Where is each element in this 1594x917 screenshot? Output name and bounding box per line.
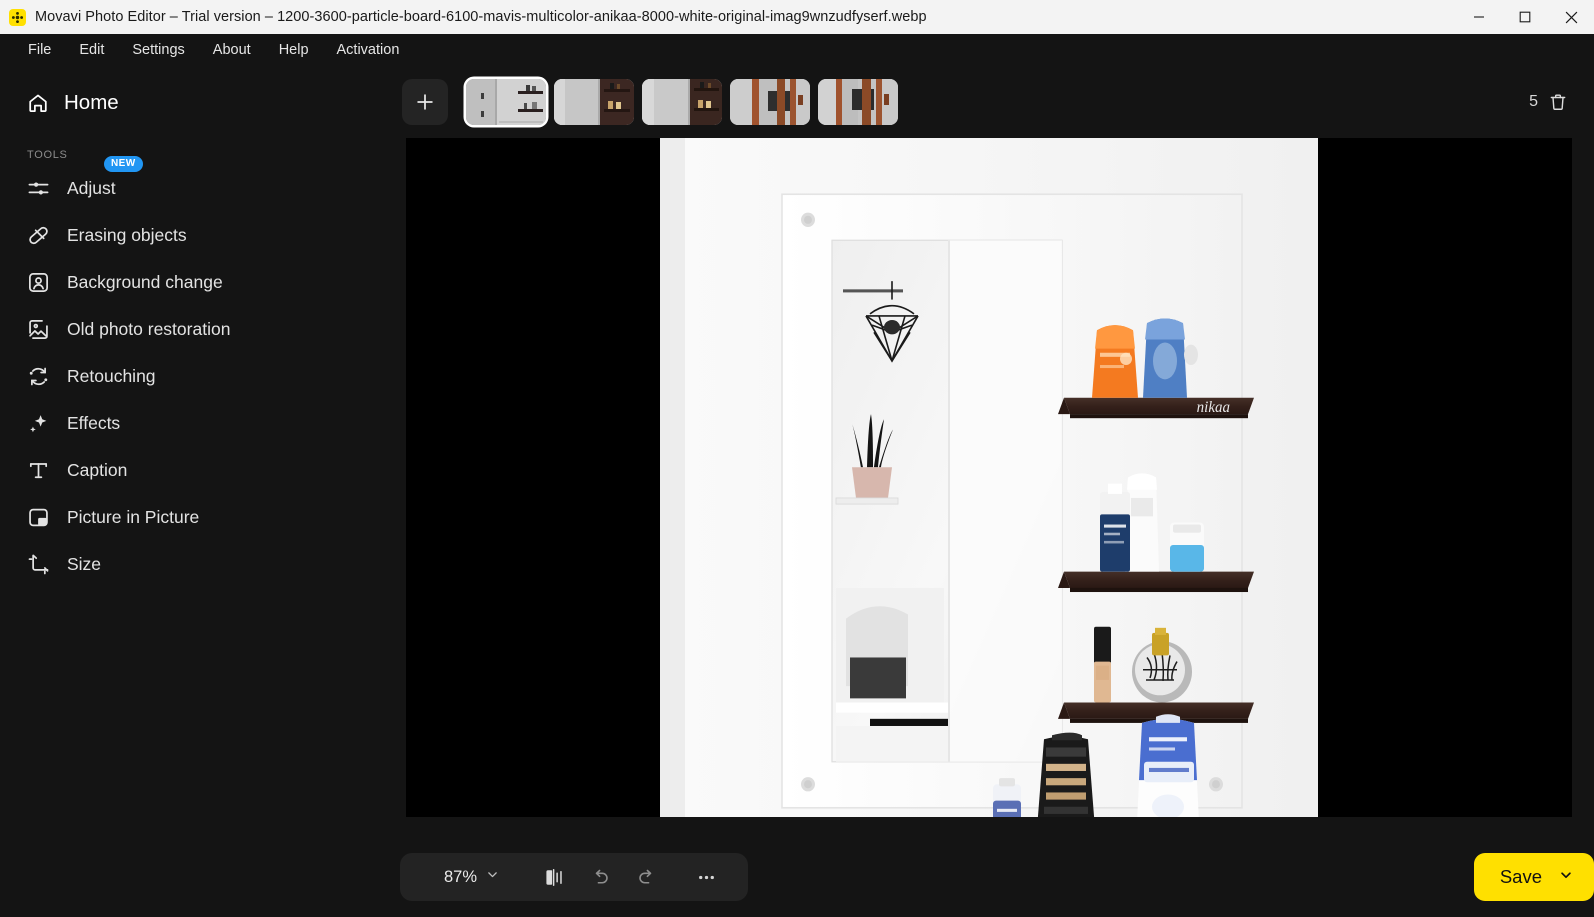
retouch-icon (27, 365, 50, 388)
bottom-toolbar: 87% Save (400, 847, 1594, 917)
thumbnail-item-4[interactable] (730, 79, 810, 125)
thumbnail-item-2[interactable] (554, 79, 634, 125)
new-badge: NEW (104, 156, 143, 172)
sidebar-item-label: Erasing objects (67, 225, 187, 245)
window-controls (1456, 0, 1594, 34)
maximize-icon[interactable] (1502, 0, 1548, 34)
chevron-down-icon (1559, 868, 1573, 887)
thumbnail-item-5[interactable] (818, 79, 898, 125)
chevron-down-icon (486, 868, 499, 886)
undo-icon[interactable] (579, 858, 621, 896)
menu-item-activation[interactable]: Activation (323, 38, 414, 62)
sidebar-item-label: Background change (67, 272, 223, 292)
sidebar-home-label: Home (64, 91, 119, 114)
picture-in-picture-icon (27, 506, 50, 529)
text-t-icon (27, 459, 50, 482)
movavi-logo-icon (9, 8, 26, 26)
sidebar-item-picture-in-picture[interactable]: Picture in Picture (0, 494, 400, 541)
image-count: 5 (1529, 93, 1538, 110)
image-canvas[interactable]: nikaa (406, 138, 1572, 817)
sparkle-icon (27, 412, 50, 435)
editor-tool-pill: 87% (400, 853, 748, 901)
sidebar-item-label: Effects (67, 413, 121, 433)
minimize-icon[interactable] (1456, 0, 1502, 34)
redo-icon[interactable] (625, 858, 667, 896)
add-image-button[interactable] (402, 79, 448, 125)
portrait-icon (27, 271, 50, 294)
menu-item-about[interactable]: About (199, 38, 265, 62)
menu-item-edit[interactable]: Edit (65, 38, 118, 62)
svg-text:nikaa: nikaa (1197, 399, 1231, 416)
crop-icon (27, 553, 50, 576)
menu-item-help[interactable]: Help (265, 38, 323, 62)
thumbnail-item-3[interactable] (642, 79, 722, 125)
thumbnail-item-1[interactable] (466, 79, 546, 125)
sidebar-item-old-photo-restoration[interactable]: Old photo restoration (0, 306, 400, 353)
sidebar-item-adjust[interactable]: NEW Adjust (0, 156, 400, 212)
sidebar-item-retouching[interactable]: Retouching (0, 353, 400, 400)
sidebar-item-home[interactable]: Home (0, 82, 400, 124)
zoom-control[interactable]: 87% (438, 862, 505, 893)
sidebar-item-label: Retouching (67, 366, 156, 386)
eraser-icon (27, 224, 50, 247)
more-horizontal-icon[interactable] (685, 858, 727, 896)
sidebar-item-label: Caption (67, 460, 128, 480)
sidebar: Home TOOLS NEW Adjust Erasing objects Ba… (0, 66, 400, 917)
photo-restore-icon (27, 318, 50, 341)
sidebar-item-label: Size (67, 554, 102, 574)
close-icon[interactable] (1548, 0, 1594, 34)
window-title: Movavi Photo Editor – Trial version – 12… (35, 9, 927, 25)
editor-area: 5 nikaa 87% Save (400, 66, 1594, 917)
title-bar: Movavi Photo Editor – Trial version – 12… (0, 0, 1594, 34)
menu-bar: File Edit Settings About Help Activation (0, 34, 1594, 66)
sidebar-item-size[interactable]: Size (0, 541, 400, 588)
sidebar-item-label: Picture in Picture (67, 507, 200, 527)
trash-icon[interactable] (1548, 92, 1568, 112)
menu-item-file[interactable]: File (14, 38, 65, 62)
menu-item-settings[interactable]: Settings (118, 38, 198, 62)
sidebar-item-label: Adjust (67, 178, 116, 198)
zoom-level: 87% (444, 867, 478, 886)
edited-photo[interactable]: nikaa (660, 138, 1318, 817)
save-button-label: Save (1499, 866, 1542, 887)
sidebar-item-effects[interactable]: Effects (0, 400, 400, 447)
image-count-group: 5 (1529, 92, 1568, 112)
sidebar-section-tools: TOOLS (27, 149, 68, 161)
sidebar-item-caption[interactable]: Caption (0, 447, 400, 494)
thumbnail-strip: 5 (400, 66, 1594, 138)
home-icon (26, 92, 49, 115)
canvas-wrapper: nikaa (406, 138, 1572, 847)
sliders-icon (27, 177, 50, 200)
sidebar-item-erasing-objects[interactable]: Erasing objects (0, 212, 400, 259)
sidebar-item-label: Old photo restoration (67, 319, 231, 339)
save-button[interactable]: Save (1473, 853, 1594, 901)
compare-before-after-icon[interactable] (533, 858, 575, 896)
sidebar-item-background-change[interactable]: Background change (0, 259, 400, 306)
